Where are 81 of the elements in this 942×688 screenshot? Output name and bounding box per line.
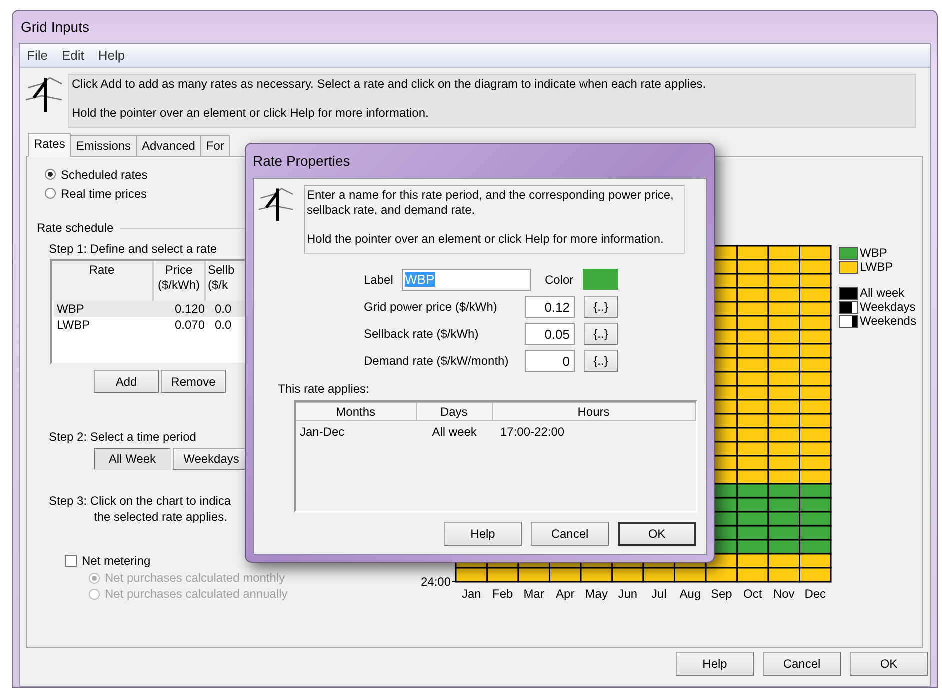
table-cell-text: 0.070 xyxy=(174,317,206,333)
day-swatch-icon xyxy=(839,314,858,328)
table-button[interactable]: Add xyxy=(94,370,159,393)
menu-item[interactable]: Edit xyxy=(62,48,84,63)
period-button[interactable]: All Week xyxy=(94,448,171,470)
dialog-button[interactable]: Help xyxy=(676,652,754,676)
table-cell-text: 0.0 xyxy=(214,301,233,317)
info-text: Click Add to add as many rates as necessary. Select a rate and click on the diagram to indicate when each rate applies. xyxy=(72,77,708,92)
dialog-button[interactable]: Help xyxy=(444,522,522,546)
month-label: Dec xyxy=(804,587,826,601)
input-field[interactable]: 0.05 xyxy=(525,322,575,344)
radio-label: Net purchases calculated monthly xyxy=(105,571,286,585)
checkbox-label: Net metering xyxy=(82,554,151,568)
legend-label: WBP xyxy=(860,246,888,260)
tab[interactable]: For xyxy=(200,135,230,156)
dialog-button[interactable]: OK xyxy=(850,652,928,676)
info-text: Hold the pointer over an element or click Help for more information. xyxy=(307,232,665,247)
table-cell-text: WBP xyxy=(56,301,86,317)
tab[interactable]: Advanced xyxy=(136,135,202,156)
table-button[interactable]: Remove xyxy=(161,370,226,393)
tab[interactable]: Emissions xyxy=(70,135,138,156)
month-label: Feb xyxy=(492,587,514,601)
month-label: Nov xyxy=(773,587,795,601)
month-label: Oct xyxy=(744,587,762,601)
column-header: Days xyxy=(416,402,493,421)
month-label: Jan xyxy=(462,587,482,601)
info-text: Hold the pointer over an element or click Help for more information. xyxy=(72,106,430,121)
info-text: Enter a name for this rate period, and the corresponding power price, sellback rate, and demand rate. xyxy=(307,188,675,218)
radio-label: Scheduled rates xyxy=(61,168,148,182)
step-label: Step 1: Define and select a rate xyxy=(49,242,218,256)
table-cell-text: 0.0 xyxy=(214,317,233,333)
month-label: May xyxy=(585,587,608,601)
day-swatch-icon xyxy=(839,300,858,314)
day-swatch-icon xyxy=(839,286,858,300)
section-label: This rate applies: xyxy=(278,382,370,396)
dialog-button[interactable]: OK xyxy=(618,522,696,546)
month-label: Apr xyxy=(556,587,575,601)
options-button[interactable]: {..} xyxy=(584,350,618,372)
table-cell-text: 17:00-22:00 xyxy=(500,424,566,441)
step-label: Step 3: Click on the chart to indica xyxy=(49,493,232,509)
table-cell-text: LWBP xyxy=(56,317,92,333)
menu-item[interactable]: Help xyxy=(98,48,126,63)
color-swatch[interactable] xyxy=(583,269,618,290)
radio-label: Net purchases calculated annually xyxy=(105,587,288,601)
month-label: Aug xyxy=(680,587,702,601)
radio-button[interactable] xyxy=(45,169,56,180)
options-button[interactable]: {..} xyxy=(584,322,618,344)
menu-item[interactable]: File xyxy=(27,48,48,63)
column-header: Hours xyxy=(492,402,696,421)
month-label: Sep xyxy=(710,587,732,601)
table-cell-text: Jan-Dec xyxy=(299,424,346,441)
dialog-button[interactable]: Cancel xyxy=(763,652,841,676)
field-label: Demand rate ($/kW/month) xyxy=(364,354,510,368)
window-title: Grid Inputs xyxy=(20,18,90,37)
legend-label: LWBP xyxy=(860,260,894,274)
checkbox[interactable] xyxy=(65,554,77,566)
input-field[interactable]: 0.12 xyxy=(525,296,575,318)
field-label: Grid power price ($/kWh) xyxy=(364,300,498,314)
month-label: Mar xyxy=(524,587,544,601)
options-button[interactable]: {..} xyxy=(584,296,618,318)
hour-label: 24:00 xyxy=(420,575,451,589)
group-title: Rate schedule xyxy=(37,221,114,235)
radio-button[interactable] xyxy=(45,188,56,199)
month-label: Jun xyxy=(618,587,638,601)
input-field[interactable]: 0 xyxy=(525,350,575,372)
legend-label: Weekdays xyxy=(860,300,916,314)
table-cell-text: 0.120 xyxy=(174,301,206,317)
table-cell-text: All week xyxy=(431,424,478,441)
step-label: the selected rate applies. xyxy=(93,509,228,525)
dialog-title: Rate Properties xyxy=(253,152,352,171)
field-label: Color xyxy=(545,272,575,286)
legend-label: Weekends xyxy=(860,314,916,328)
field-label: Sellback rate ($/kWh) xyxy=(364,326,480,340)
dialog-button[interactable]: Cancel xyxy=(531,522,609,546)
column-header: Months xyxy=(296,402,417,421)
legend-label: All week xyxy=(860,286,905,300)
step-label: Step 2: Select a time period xyxy=(49,430,196,444)
month-label: Jul xyxy=(651,587,667,601)
field-label: Label xyxy=(364,272,394,286)
radio-label: Real time prices xyxy=(61,186,148,200)
tab[interactable]: Rates xyxy=(28,133,72,157)
